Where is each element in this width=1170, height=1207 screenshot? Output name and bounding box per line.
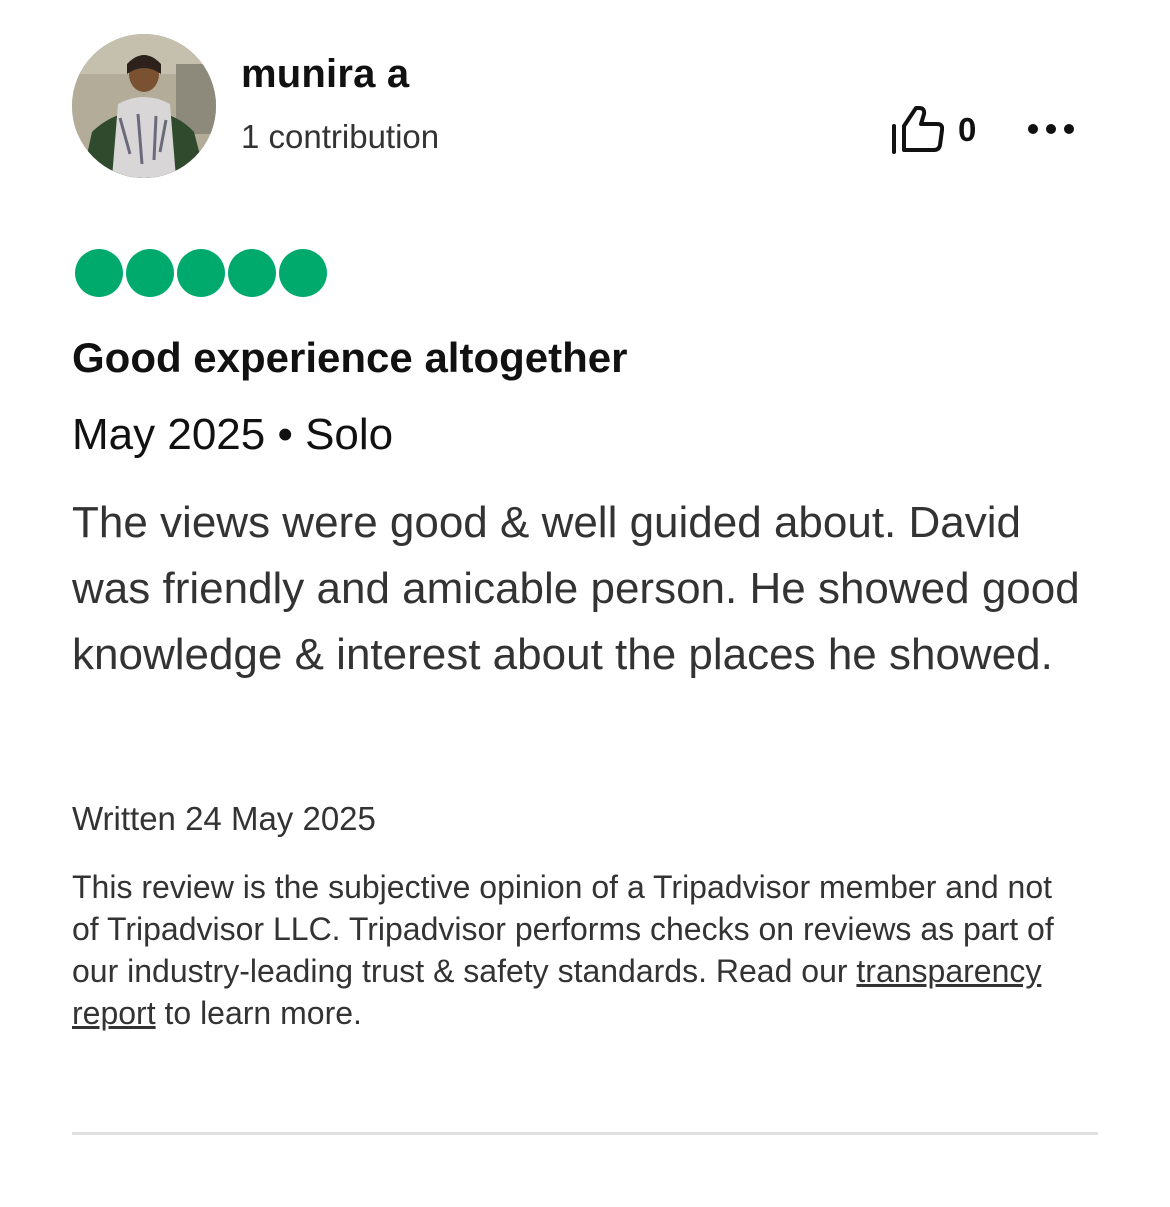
helpful-vote-button[interactable]: 0 <box>888 104 976 156</box>
rating-bubble <box>177 249 225 297</box>
more-options-button[interactable] <box>1024 116 1078 142</box>
rating-bubble <box>279 249 327 297</box>
disclaimer-text-end: to learn more. <box>155 995 362 1031</box>
review-title: Good experience altogether <box>72 334 628 381</box>
disclaimer: This review is the subjective opinion of… <box>72 866 1072 1034</box>
avatar[interactable] <box>72 34 216 178</box>
rating-bubble <box>126 249 174 297</box>
helpful-count: 0 <box>958 111 977 148</box>
avatar-photo <box>72 34 216 178</box>
user-name[interactable]: munira a <box>241 52 409 97</box>
review-body: The views were good & well guided about.… <box>72 498 1080 679</box>
more-dots-icon <box>1028 124 1074 134</box>
divider <box>72 1132 1098 1135</box>
rating-bubbles <box>75 249 327 297</box>
rating-bubble <box>75 249 123 297</box>
trip-info: May 2025 • Solo <box>72 410 394 459</box>
thumbs-up-icon <box>892 106 944 154</box>
contribution-count: 1 contribution <box>241 118 440 155</box>
review-card: munira a 1 contribution 0 Good experienc… <box>0 0 1170 1207</box>
written-date: Written 24 May 2025 <box>72 800 376 837</box>
rating-bubble <box>228 249 276 297</box>
